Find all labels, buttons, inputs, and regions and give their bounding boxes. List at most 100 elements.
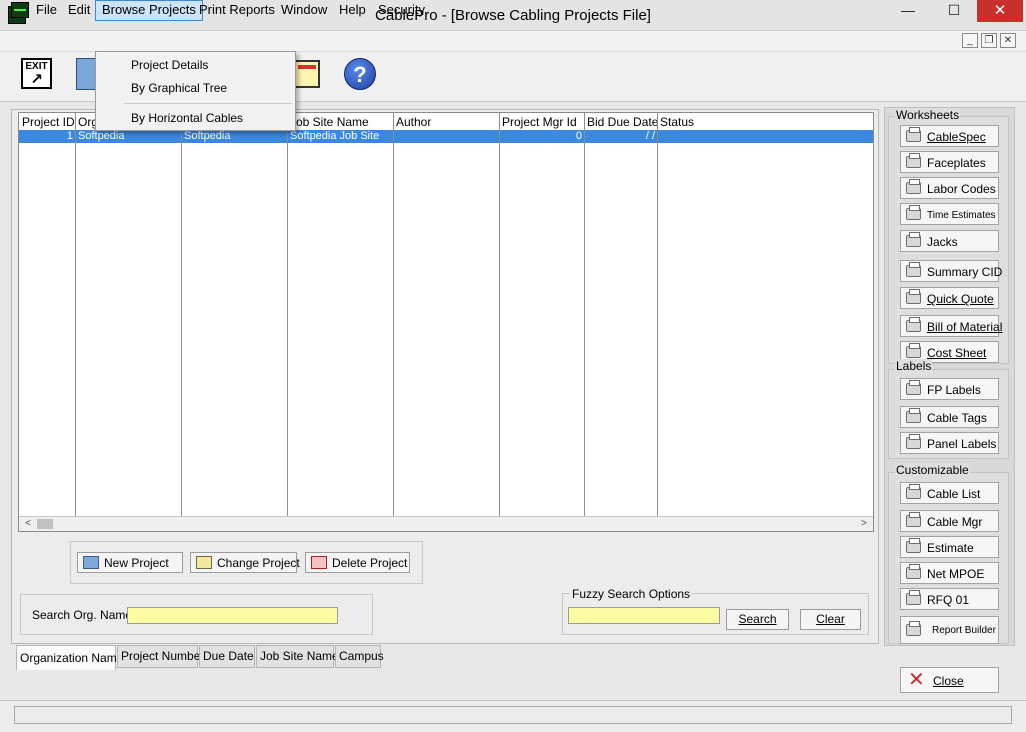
net-mpoe-button[interactable]: Net MPOE [900,562,999,584]
estimate-label: Estimate [927,541,974,555]
rfq-01-label: RFQ 01 [927,593,970,607]
quick-quote-label: Quick Quote [927,292,994,306]
scroll-right-icon[interactable]: > [857,517,871,531]
fuzzy-search-input[interactable] [568,607,720,624]
cell-project-mgr-id: 0 [575,130,582,142]
new-project-label: New Project [104,556,169,570]
menu-separator [124,103,292,104]
report-builder-label: Report Builder [932,625,996,636]
time-estimates-button[interactable]: Time Estimates [900,203,999,225]
tab-campus[interactable]: Campus [335,645,384,668]
printer-icon [906,289,921,304]
scroll-left-icon[interactable]: < [21,517,35,531]
cable-mgr-button[interactable]: Cable Mgr [900,510,999,532]
horizontal-scrollbar[interactable]: < > [19,516,873,531]
window-close-button[interactable]: ✕ [977,0,1023,22]
cable-list-button[interactable]: Cable List [900,482,999,504]
scrollbar-thumb[interactable] [37,519,53,529]
quick-quote-button[interactable]: Quick Quote [900,287,999,309]
fp-labels-button[interactable]: FP Labels [900,378,999,400]
summary-cid-button[interactable]: Summary CID [900,260,1002,282]
printer-icon [906,380,921,395]
calendar-tool-icon[interactable] [294,60,320,88]
window-maximize-button[interactable]: ☐ [931,0,977,22]
column-divider [584,113,585,516]
cell-col3: Softpedia [184,130,231,142]
labor-codes-button[interactable]: Labor Codes [900,177,999,199]
change-project-label: Change Project [217,556,300,570]
worksheets-label: Worksheets [895,108,961,122]
jacks-button[interactable]: Jacks [900,230,999,252]
table-row[interactable] [19,130,873,143]
bill-of-material-label: Bill of Material [927,320,1003,334]
menu-security[interactable]: Security [372,0,431,21]
tab-due-date[interactable]: Due Date [199,645,255,668]
menu-help[interactable]: Help [333,0,372,21]
delete-project-button[interactable]: Delete Project [305,552,410,573]
close-button[interactable]: ✕ Close [900,667,999,693]
cell-project-id: 1 [66,130,73,142]
cable-tags-button[interactable]: Cable Tags [900,406,999,428]
printer-icon [906,408,921,423]
search-org-input[interactable] [127,607,338,624]
help-tool-icon[interactable]: ? [344,58,376,90]
change-project-button[interactable]: Change Project [190,552,300,573]
printer-icon [906,179,921,194]
tab-job-site-name[interactable]: Job Site Name [256,645,339,668]
fp-labels-label: FP Labels [927,383,981,397]
close-x-icon: ✕ [908,669,925,691]
cell-bid-due-date: / / [645,130,655,142]
menu-item-graphical-tree[interactable]: By Graphical Tree [131,81,227,95]
menu-window[interactable]: Window [275,0,333,21]
menu-browse-projects[interactable]: Browse Projects [95,0,203,21]
mdi-minimize-button[interactable]: _ [962,33,978,48]
mdi-restore-button[interactable]: ❐ [981,33,997,48]
faceplates-button[interactable]: Faceplates [900,151,999,173]
printer-icon [906,590,921,605]
tab-organization-name[interactable]: Organization Name [16,645,123,670]
labor-codes-label: Labor Codes [927,182,996,196]
mdi-close-button[interactable]: ✕ [1000,33,1016,48]
printer-icon [906,434,921,449]
menu-edit[interactable]: Edit [62,0,96,21]
window-minimize-button[interactable]: — [885,0,931,22]
column-header-job-site-name[interactable]: Job Site Name [287,115,393,131]
column-header-author[interactable]: Author [393,115,499,131]
status-field [14,706,1012,724]
net-mpoe-label: Net MPOE [927,567,985,581]
clear-button[interactable]: Clear [800,609,861,630]
column-divider [181,113,182,516]
column-header-project-mgr-id[interactable]: Project Mgr Id [499,115,584,131]
projects-grid[interactable]: Project ID Org Job Site Name Author Proj… [18,112,874,532]
printer-icon [906,621,921,636]
menu-print-reports[interactable]: Print Reports [193,0,281,21]
close-label: Close [933,674,964,688]
cablespec-label: CableSpec [927,130,986,144]
exit-tool-button[interactable]: EXIT ↗ [21,58,52,89]
column-header-status[interactable]: Status [657,115,737,131]
menu-bar [0,31,1026,52]
cost-sheet-label: Cost Sheet [927,346,987,360]
menu-item-project-details[interactable]: Project Details [131,58,208,72]
printer-icon [906,317,921,332]
rfq-01-button[interactable]: RFQ 01 [900,588,999,610]
cablespec-button[interactable]: CableSpec [900,125,999,147]
search-button[interactable]: Search [726,609,789,630]
estimate-button[interactable]: Estimate [900,536,999,558]
printer-icon [906,205,921,220]
bill-of-material-button[interactable]: Bill of Material [900,315,1003,337]
cell-org: Softpedia [78,130,125,142]
panel-labels-button[interactable]: Panel Labels [900,432,999,454]
menu-file[interactable]: File [30,0,63,21]
new-project-button[interactable]: New Project [77,552,183,573]
faceplates-label: Faceplates [927,156,986,170]
mdi-document-icon[interactable] [11,2,29,18]
printer-icon [906,512,921,527]
menu-item-horizontal-cables[interactable]: By Horizontal Cables [131,111,243,125]
column-header-project-id[interactable]: Project ID [19,115,75,131]
report-builder-button[interactable]: Report Builder [900,616,999,644]
panel-labels-label: Panel Labels [927,437,997,451]
cable-tags-label: Cable Tags [927,411,987,425]
tab-project-number[interactable]: Project Number [117,645,204,668]
column-header-bid-due-date[interactable]: Bid Due Date [584,115,658,131]
